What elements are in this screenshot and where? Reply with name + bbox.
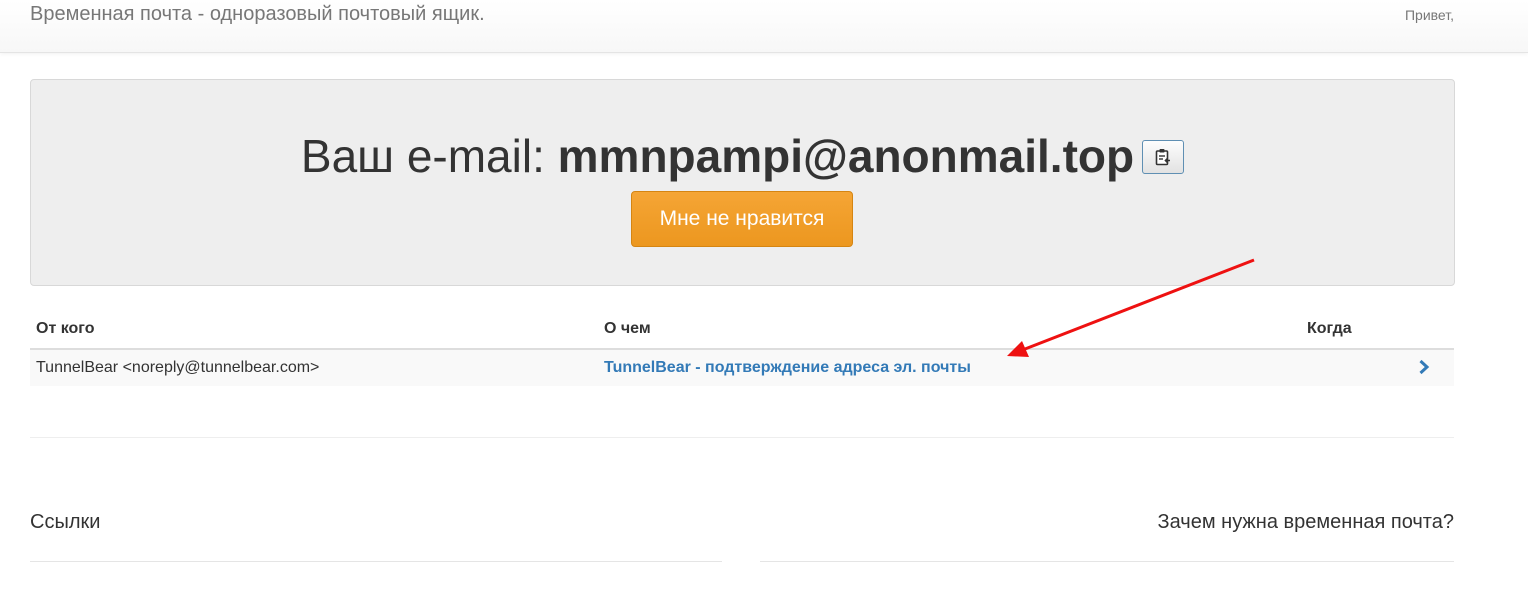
links-heading: Ссылки: [30, 511, 101, 533]
links-underline: [30, 561, 722, 562]
why-heading: Зачем нужна временная почта?: [1157, 511, 1454, 533]
email-address: mmnpampi@anonmail.top: [557, 130, 1135, 182]
message-subject-link[interactable]: TunnelBear - подтверждение адреса эл. по…: [604, 359, 971, 377]
column-header-subject: О чем: [604, 320, 651, 337]
copy-email-button[interactable]: [1142, 139, 1185, 174]
why-underline: [760, 561, 1454, 562]
chevron-right-icon[interactable]: [1418, 359, 1430, 380]
email-prefix: Ваш e-mail:: [300, 130, 558, 182]
dislike-button[interactable]: Мне не нравится: [631, 191, 853, 247]
message-sender: TunnelBear <noreply@tunnelbear.com>: [36, 359, 320, 376]
top-navbar: Временная почта - одноразовый почтовый я…: [0, 0, 1528, 53]
section-divider: [30, 437, 1454, 438]
email-heading: Ваш e-mail: mmnpampi@anonmail.top: [31, 126, 1454, 186]
column-header-from: От кого: [36, 320, 95, 337]
column-header-when: Когда: [1307, 320, 1352, 337]
clipboard-icon: [1155, 148, 1171, 166]
email-panel: Ваш e-mail: mmnpampi@anonmail.top Мне не…: [30, 79, 1455, 286]
brand-link[interactable]: Временная почта - одноразовый почтовый я…: [30, 3, 485, 26]
greeting-text: Привет,: [1404, 7, 1454, 23]
table-row[interactable]: TunnelBear <noreply@tunnelbear.com> Tunn…: [30, 350, 1454, 386]
